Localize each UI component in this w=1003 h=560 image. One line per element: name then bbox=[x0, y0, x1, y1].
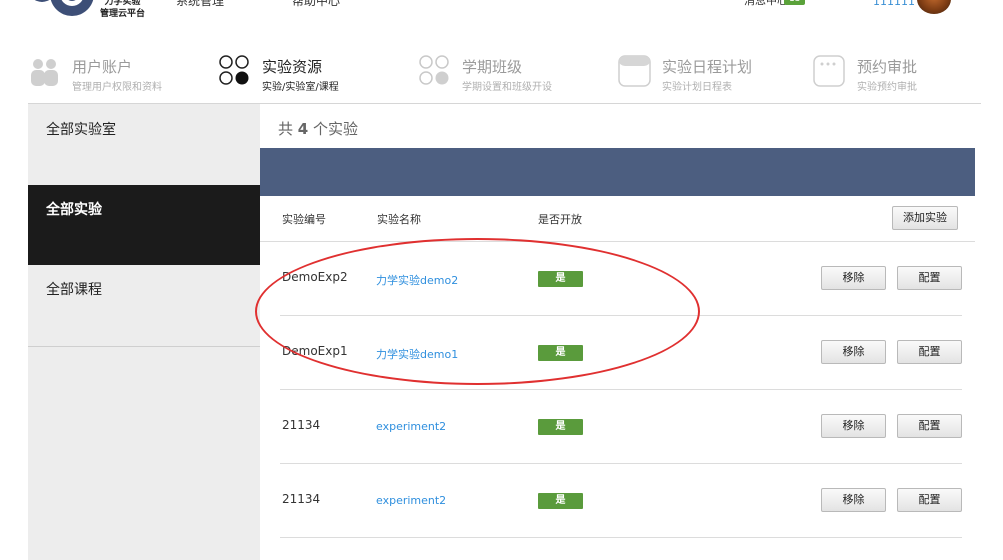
experiment-code: 21134 bbox=[282, 492, 321, 506]
sidebar-item-all-labs[interactable]: 全部实验室 bbox=[28, 104, 260, 184]
module-subtitle: 实验/实验室/课程 bbox=[262, 82, 339, 93]
module-subtitle: 学期设置和班级开设 bbox=[462, 82, 552, 93]
module-schedule[interactable]: 实验日程计划 实验计划日程表 bbox=[618, 54, 813, 94]
experiment-code: DemoExp2 bbox=[282, 270, 348, 284]
module-experiment-resources[interactable]: 实验资源 实验/实验室/课程 bbox=[218, 54, 418, 94]
messages-count-badge: 13 bbox=[784, 0, 806, 5]
approval-icon bbox=[813, 55, 845, 87]
column-header-name: 实验名称 bbox=[377, 213, 421, 226]
add-experiment-button[interactable]: 添加实验 bbox=[892, 206, 958, 230]
experiment-count: 共 4 个实验 bbox=[278, 118, 358, 139]
table-row: 21134 experiment2 是 移除 配置 bbox=[260, 464, 975, 538]
sidebar-item-all-courses[interactable]: 全部课程 bbox=[28, 265, 260, 347]
config-button[interactable]: 配置 bbox=[897, 488, 962, 512]
table-row: 21134 experiment2 是 移除 配置 bbox=[260, 390, 975, 464]
open-status-badge: 是 bbox=[538, 271, 583, 287]
experiment-code: DemoExp1 bbox=[282, 344, 348, 358]
table-row: DemoExp1 力学实验demo1 是 移除 配置 bbox=[260, 316, 975, 390]
table-banner bbox=[260, 148, 975, 196]
logo-line2: 管理云平台 bbox=[100, 9, 146, 19]
experiment-name-link[interactable]: 力学实验demo2 bbox=[376, 272, 458, 288]
count-suffix: 个实验 bbox=[313, 120, 359, 138]
row-divider bbox=[280, 537, 962, 538]
remove-button[interactable]: 移除 bbox=[821, 340, 886, 364]
top-bar: 力学实验 管理云平台 系统管理 帮助中心 消息中心 13 111111 bbox=[0, 0, 1003, 26]
calendar-icon bbox=[618, 55, 651, 87]
module-subtitle: 实验预约审批 bbox=[857, 82, 917, 93]
module-title: 实验日程计划 bbox=[662, 58, 753, 76]
logo-line1: 力学实验 bbox=[104, 0, 141, 7]
remove-button[interactable]: 移除 bbox=[821, 266, 886, 290]
remove-button[interactable]: 移除 bbox=[821, 488, 886, 512]
module-approval[interactable]: 预约审批 实验预约审批 bbox=[813, 54, 981, 94]
experiment-name-link[interactable]: 力学实验demo1 bbox=[376, 346, 458, 362]
experiment-name-link[interactable]: experiment2 bbox=[376, 494, 446, 507]
user-icon bbox=[31, 59, 58, 86]
module-semester-class[interactable]: 学期班级 学期设置和班级开设 bbox=[418, 54, 618, 94]
sidebar: 全部实验室 全部实验 全部课程 bbox=[28, 104, 260, 560]
nav-help-center[interactable]: 帮助中心 bbox=[292, 0, 340, 9]
column-header-open: 是否开放 bbox=[538, 213, 582, 226]
count-prefix: 共 bbox=[278, 120, 294, 138]
gear-logo-icon bbox=[34, 0, 94, 16]
column-header-code: 实验编号 bbox=[282, 213, 326, 226]
module-subtitle: 管理用户权限和资料 bbox=[72, 82, 162, 93]
experiment-name-link[interactable]: experiment2 bbox=[376, 420, 446, 433]
config-button[interactable]: 配置 bbox=[897, 414, 962, 438]
open-status-badge: 是 bbox=[538, 345, 583, 361]
nav-system-management[interactable]: 系统管理 bbox=[176, 0, 224, 9]
remove-button[interactable]: 移除 bbox=[821, 414, 886, 438]
table-header: 实验编号 实验名称 是否开放 添加实验 bbox=[260, 196, 975, 242]
count-value: 4 bbox=[297, 120, 309, 138]
sidebar-item-all-experiments[interactable]: 全部实验 bbox=[28, 185, 260, 265]
experiment-code: 21134 bbox=[282, 418, 321, 432]
module-nav: 用户账户 管理用户权限和资料 实验资源 实验/实验室/课程 学期班级 学期设置和… bbox=[28, 50, 981, 104]
config-button[interactable]: 配置 bbox=[897, 266, 962, 290]
module-title: 用户账户 bbox=[72, 58, 133, 76]
page: 力学实验 管理云平台 系统管理 帮助中心 消息中心 13 111111 用户账户… bbox=[0, 0, 1003, 560]
open-status-badge: 是 bbox=[538, 419, 583, 435]
logo-text: 力学实验 管理云平台 bbox=[100, 0, 145, 20]
table-row: DemoExp2 力学实验demo2 是 移除 配置 bbox=[260, 242, 975, 316]
messages-link[interactable]: 消息中心 bbox=[744, 0, 788, 8]
module-subtitle: 实验计划日程表 bbox=[662, 82, 732, 93]
module-user-account[interactable]: 用户账户 管理用户权限和资料 bbox=[28, 54, 218, 94]
config-button[interactable]: 配置 bbox=[897, 340, 962, 364]
class-circles-icon bbox=[419, 55, 449, 85]
module-title: 预约审批 bbox=[857, 58, 918, 76]
resource-circles-icon bbox=[219, 55, 249, 85]
avatar[interactable] bbox=[917, 0, 951, 14]
module-title: 学期班级 bbox=[462, 58, 523, 76]
module-title: 实验资源 bbox=[262, 58, 323, 76]
username-link[interactable]: 111111 bbox=[873, 0, 915, 8]
open-status-badge: 是 bbox=[538, 493, 583, 509]
